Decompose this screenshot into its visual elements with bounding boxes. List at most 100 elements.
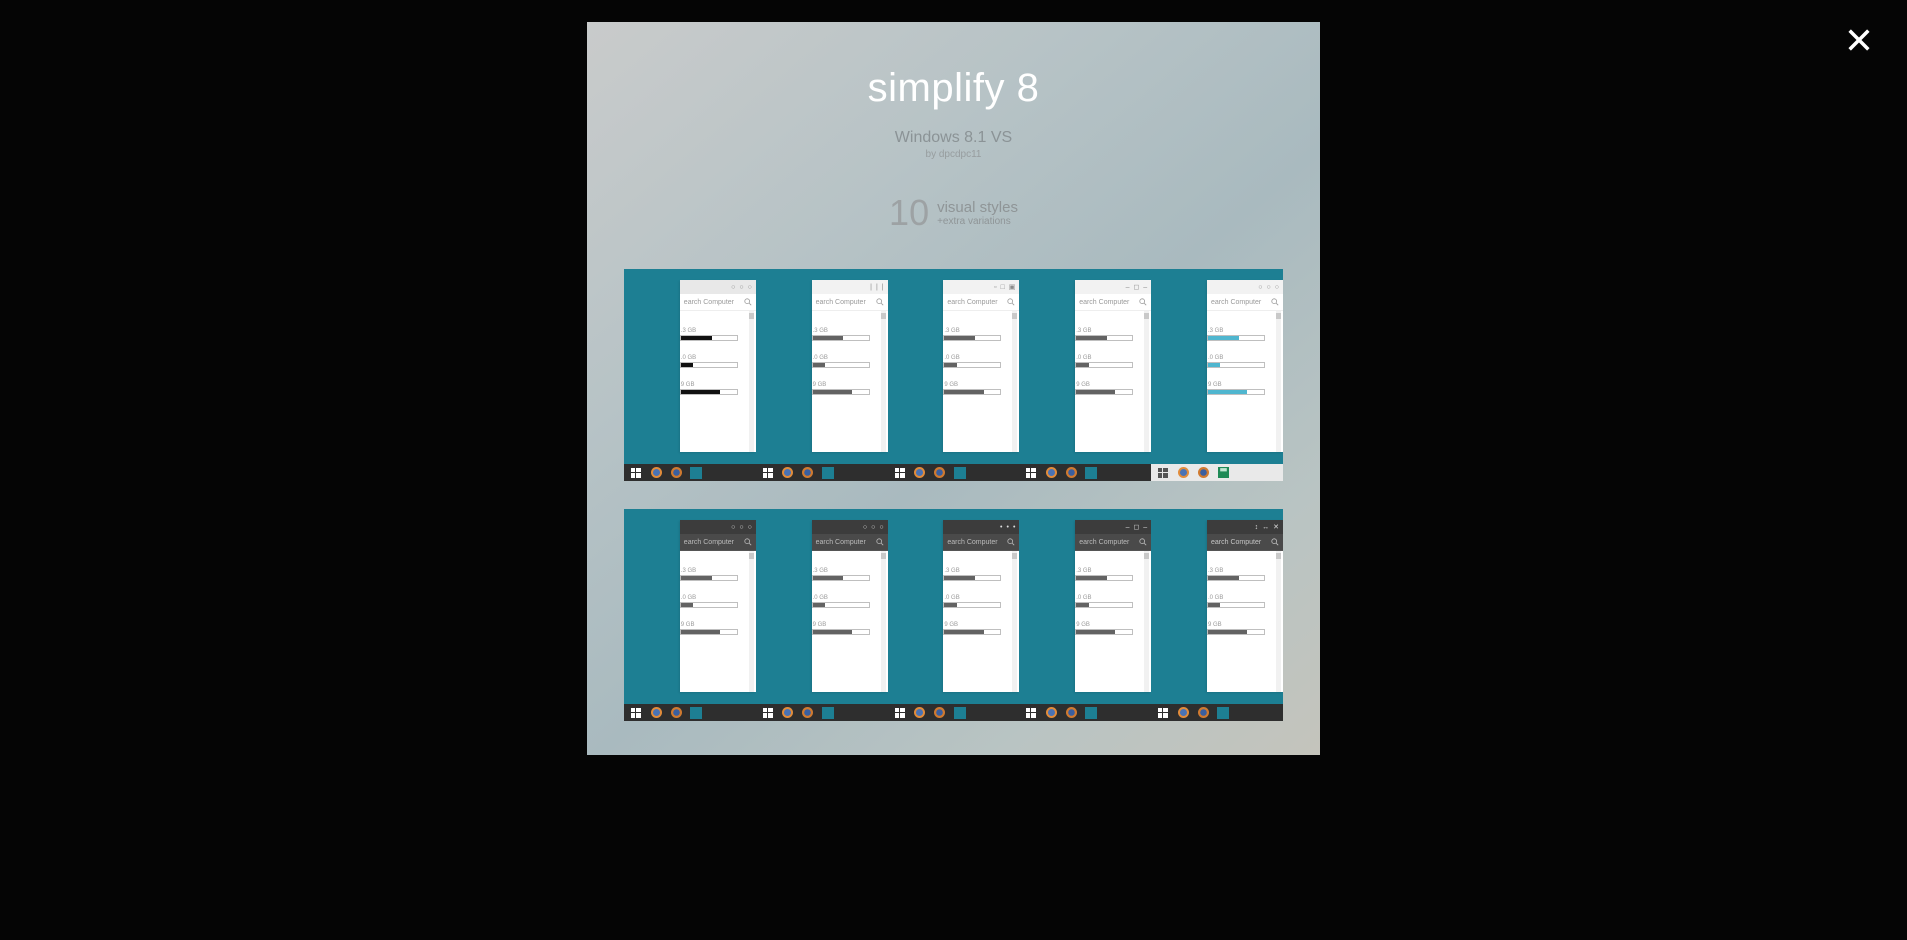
drive-usage-fill [944, 336, 975, 340]
drive-usage-bar [680, 575, 738, 581]
titlebar-control-icon: ○ [731, 284, 735, 291]
mock-taskbar [756, 464, 888, 481]
drive-row: 9 GB [1207, 622, 1283, 635]
drive-usage-fill [1076, 336, 1107, 340]
drive-label: 9 GB [813, 382, 888, 388]
search-icon [876, 538, 884, 546]
drive-usage-bar [1207, 629, 1265, 635]
browser-icon [650, 707, 662, 719]
drive-usage-fill [1208, 363, 1220, 367]
mock-search-bar: earch Computer [1207, 534, 1283, 551]
app-icon [1085, 707, 1097, 719]
drive-row: .3 GB [1207, 568, 1283, 581]
drive-usage-bar [1207, 575, 1265, 581]
drive-usage-fill [681, 603, 693, 607]
scrollbar [1012, 551, 1017, 692]
start-icon [762, 467, 774, 479]
mock-search-bar: earch Computer [1075, 534, 1151, 551]
drive-label: .3 GB [681, 328, 756, 334]
mock-titlebar: –◻– [1075, 280, 1151, 294]
drive-usage-bar [943, 602, 1001, 608]
start-icon [630, 707, 642, 719]
drive-usage-bar [812, 362, 870, 368]
search-icon [1007, 538, 1015, 546]
drive-label: .3 GB [1208, 568, 1283, 574]
scrollbar [749, 311, 754, 452]
browser-icon [802, 467, 814, 479]
start-icon [1025, 467, 1037, 479]
mock-search-bar: earch Computer [1207, 294, 1283, 311]
mock-content: .3 GB.0 GB9 GB [1207, 311, 1283, 452]
drive-row: 9 GB [812, 382, 888, 395]
mock-titlebar: ▫ □ ▣ [943, 280, 1019, 294]
titlebar-control-icon: – [1143, 284, 1147, 291]
search-placeholder-text: earch Computer [1211, 539, 1261, 546]
titlebar-control-icon: ○ [731, 524, 735, 531]
drive-label: 9 GB [1208, 382, 1283, 388]
disk-icon [1217, 467, 1229, 479]
search-placeholder-text: earch Computer [684, 539, 734, 546]
titlebar-control-icon: ○ [748, 524, 752, 531]
mock-taskbar [1151, 464, 1283, 481]
titlebar-control-icon: • [1000, 524, 1002, 531]
titlebar-control-icon: | [882, 284, 884, 291]
drive-usage-bar [1075, 575, 1133, 581]
drive-label: 9 GB [944, 622, 1019, 628]
mock-taskbar [888, 704, 1020, 721]
scrollbar [749, 551, 754, 692]
hero-subtitle: Windows 8.1 VS [895, 129, 1012, 147]
app-icon [690, 707, 702, 719]
titlebar-control-icon: ○ [879, 524, 883, 531]
drive-label: 9 GB [1076, 382, 1151, 388]
scrollbar [1276, 551, 1281, 692]
drive-usage-bar [812, 335, 870, 341]
count-line2: +extra variations [937, 217, 1018, 227]
mock-titlebar: –◻– [1075, 520, 1151, 534]
theme-thumbnail: ○○○earch Computer.3 GB.0 GB9 GB [624, 509, 756, 721]
start-icon [894, 707, 906, 719]
drive-row: .0 GB [680, 595, 756, 608]
drive-label: 9 GB [681, 382, 756, 388]
scrollbar [1276, 311, 1281, 452]
drive-usage-fill [813, 390, 852, 394]
drive-usage-bar [812, 602, 870, 608]
drive-usage-fill [1076, 603, 1088, 607]
mock-titlebar: ••• [943, 520, 1019, 534]
browser-icon [782, 707, 794, 719]
titlebar-control-icon: • [1013, 524, 1015, 531]
hero-byline: by dpcdpc11 [926, 149, 982, 160]
count-row: 10 visual styles +extra variations [889, 192, 1018, 234]
drive-label: .0 GB [944, 595, 1019, 601]
mock-content: .3 GB.0 GB9 GB [943, 311, 1019, 452]
theme-thumbnail: ○○○earch Computer.3 GB.0 GB9 GB [1151, 269, 1283, 481]
search-icon [876, 298, 884, 306]
mock-window: |||earch Computer.3 GB.0 GB9 GB [812, 280, 888, 452]
preview-image[interactable]: simplify 8 Windows 8.1 VS by dpcdpc11 10… [587, 22, 1320, 755]
titlebar-control-icon: ◻ [1133, 284, 1139, 291]
theme-thumbnail: ○○○earch Computer.3 GB.0 GB9 GB [624, 269, 756, 481]
titlebar-control-icon: ▣ [1009, 284, 1016, 291]
mock-window: –◻–earch Computer.3 GB.0 GB9 GB [1075, 280, 1151, 452]
drive-label: 9 GB [1076, 622, 1151, 628]
mock-content: .3 GB.0 GB9 GB [812, 551, 888, 692]
drive-usage-bar [680, 629, 738, 635]
drive-row: .3 GB [943, 568, 1019, 581]
drive-usage-fill [1076, 363, 1088, 367]
drive-usage-bar [1207, 362, 1265, 368]
browser-icon [1177, 467, 1189, 479]
mock-search-bar: earch Computer [1075, 294, 1151, 311]
drive-usage-bar [943, 335, 1001, 341]
mock-search-bar: earch Computer [812, 294, 888, 311]
titlebar-control-icon: ▫ [994, 284, 996, 291]
mock-window: ↕↔✕earch Computer.3 GB.0 GB9 GB [1207, 520, 1283, 692]
search-placeholder-text: earch Computer [684, 299, 734, 306]
drive-label: .3 GB [813, 328, 888, 334]
search-icon [1271, 298, 1279, 306]
drive-usage-bar [1075, 362, 1133, 368]
app-icon [822, 467, 834, 479]
titlebar-control-icon: □ [1001, 284, 1005, 291]
close-button[interactable] [1837, 18, 1881, 62]
mock-content: .3 GB.0 GB9 GB [812, 311, 888, 452]
drive-label: .0 GB [813, 595, 888, 601]
browser-icon [914, 707, 926, 719]
